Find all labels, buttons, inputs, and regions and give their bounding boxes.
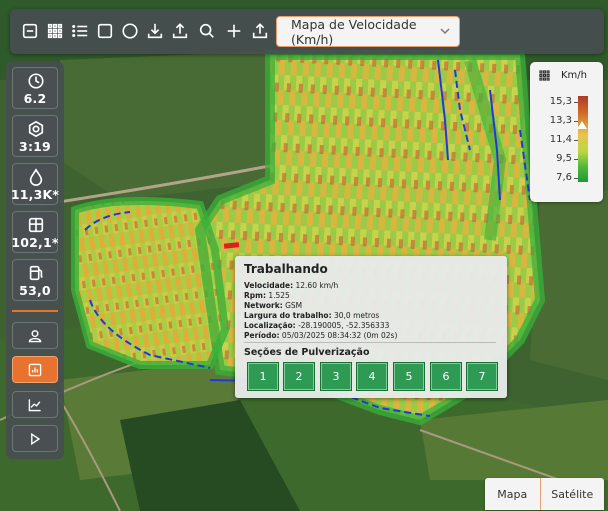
chevron-down-icon	[440, 28, 450, 35]
upload-icon[interactable]	[169, 20, 191, 42]
section-button-7[interactable]: 7	[466, 362, 498, 391]
legend-header: Km/h	[538, 69, 587, 82]
settings-icon	[28, 120, 44, 138]
stat-area-value: 102,1*	[11, 235, 59, 250]
info-popup: Trabalhando Velocidade: 12.60 km/h Rpm: …	[235, 256, 507, 398]
speed-legend: Km/h 15,3 13,3 11,4 9,5 7,6	[530, 62, 603, 202]
popup-row-period: Período: 05/03/2025 08:34:32 (0m 02s)	[244, 331, 398, 340]
stat-time-value: 6.2	[23, 91, 47, 106]
section-button-4[interactable]: 4	[356, 362, 388, 391]
minus-square-icon[interactable]	[19, 20, 41, 42]
search-icon[interactable]	[196, 20, 218, 42]
plus-icon[interactable]	[223, 20, 245, 42]
stat-hours[interactable]: 3:19	[12, 115, 58, 157]
legend-tick	[574, 140, 578, 141]
legend-tick	[574, 121, 578, 122]
map-type-select-value: Mapa de Velocidade (Km/h)	[291, 16, 417, 47]
legend-tick	[574, 102, 578, 103]
map-type-toggle: Mapa Satélite	[485, 478, 604, 510]
legend-color-bar	[578, 96, 588, 182]
user-icon	[28, 329, 42, 342]
play-icon	[31, 432, 41, 445]
legend-value: 9,5	[556, 153, 572, 164]
line-chart-button[interactable]	[12, 391, 58, 418]
legend-tick	[574, 159, 578, 160]
left-stats-panel: 6.2 3:19 11,3K* 102,1* 53,0	[6, 62, 64, 459]
stat-fuel[interactable]: 53,0	[12, 259, 58, 301]
popup-row-network: Network: GSM	[244, 301, 303, 310]
drop-icon	[29, 168, 43, 186]
legend-value: 11,4	[549, 134, 572, 145]
user-button[interactable]	[12, 322, 58, 349]
play-button[interactable]	[12, 425, 58, 452]
stat-hours-value: 3:19	[19, 139, 51, 154]
download-icon[interactable]	[144, 20, 166, 42]
section-button-3[interactable]: 3	[320, 362, 352, 391]
section-button-2[interactable]: 2	[283, 362, 315, 391]
report-button[interactable]	[12, 356, 58, 383]
popup-row-width: Largura do trabalho: 30,0 metros	[244, 311, 380, 320]
popup-divider	[244, 342, 496, 343]
map-option[interactable]: Mapa	[485, 478, 541, 510]
grid-icon[interactable]	[538, 69, 551, 82]
top-toolbar: Mapa de Velocidade (Km/h)	[10, 9, 604, 54]
legend-unit: Km/h	[561, 70, 588, 81]
legend-value: 7,6	[556, 172, 572, 183]
map-type-select[interactable]: Mapa de Velocidade (Km/h)	[276, 16, 460, 47]
stat-volume[interactable]: 11,3K*	[10, 163, 60, 205]
stat-time[interactable]: 6.2	[12, 67, 58, 109]
popup-title: Trabalhando	[244, 262, 328, 276]
stat-area[interactable]: 102,1*	[11, 211, 59, 253]
popup-row-location: Localização: -28.190005, -52.356333	[244, 321, 390, 330]
square-icon[interactable]	[94, 20, 116, 42]
export-icon[interactable]	[249, 20, 271, 42]
legend-marker	[577, 121, 587, 129]
popup-row-rpm: Rpm: 1.525	[244, 291, 290, 300]
panel-divider	[12, 310, 58, 312]
stat-volume-value: 11,3K*	[10, 187, 60, 202]
section-button-5[interactable]: 5	[393, 362, 425, 391]
area-icon	[28, 217, 44, 233]
legend-value: 15,3	[549, 96, 572, 107]
clock-icon	[28, 73, 44, 89]
fuel-icon	[29, 265, 43, 281]
circle-icon[interactable]	[119, 20, 141, 42]
grid-icon[interactable]	[44, 20, 66, 42]
satellite-option[interactable]: Satélite	[541, 478, 604, 510]
list-icon[interactable]	[69, 20, 91, 42]
legend-tick	[574, 178, 578, 179]
line-chart-icon	[28, 398, 41, 411]
popup-row-speed: Velocidade: 12.60 km/h	[244, 281, 339, 290]
sections-title: Seções de Pulverização	[244, 347, 370, 358]
report-icon	[28, 363, 42, 376]
section-button-6[interactable]: 6	[430, 362, 462, 391]
stat-fuel-value: 53,0	[19, 283, 51, 298]
section-button-1[interactable]: 1	[247, 362, 279, 391]
legend-value: 13,3	[549, 115, 572, 126]
